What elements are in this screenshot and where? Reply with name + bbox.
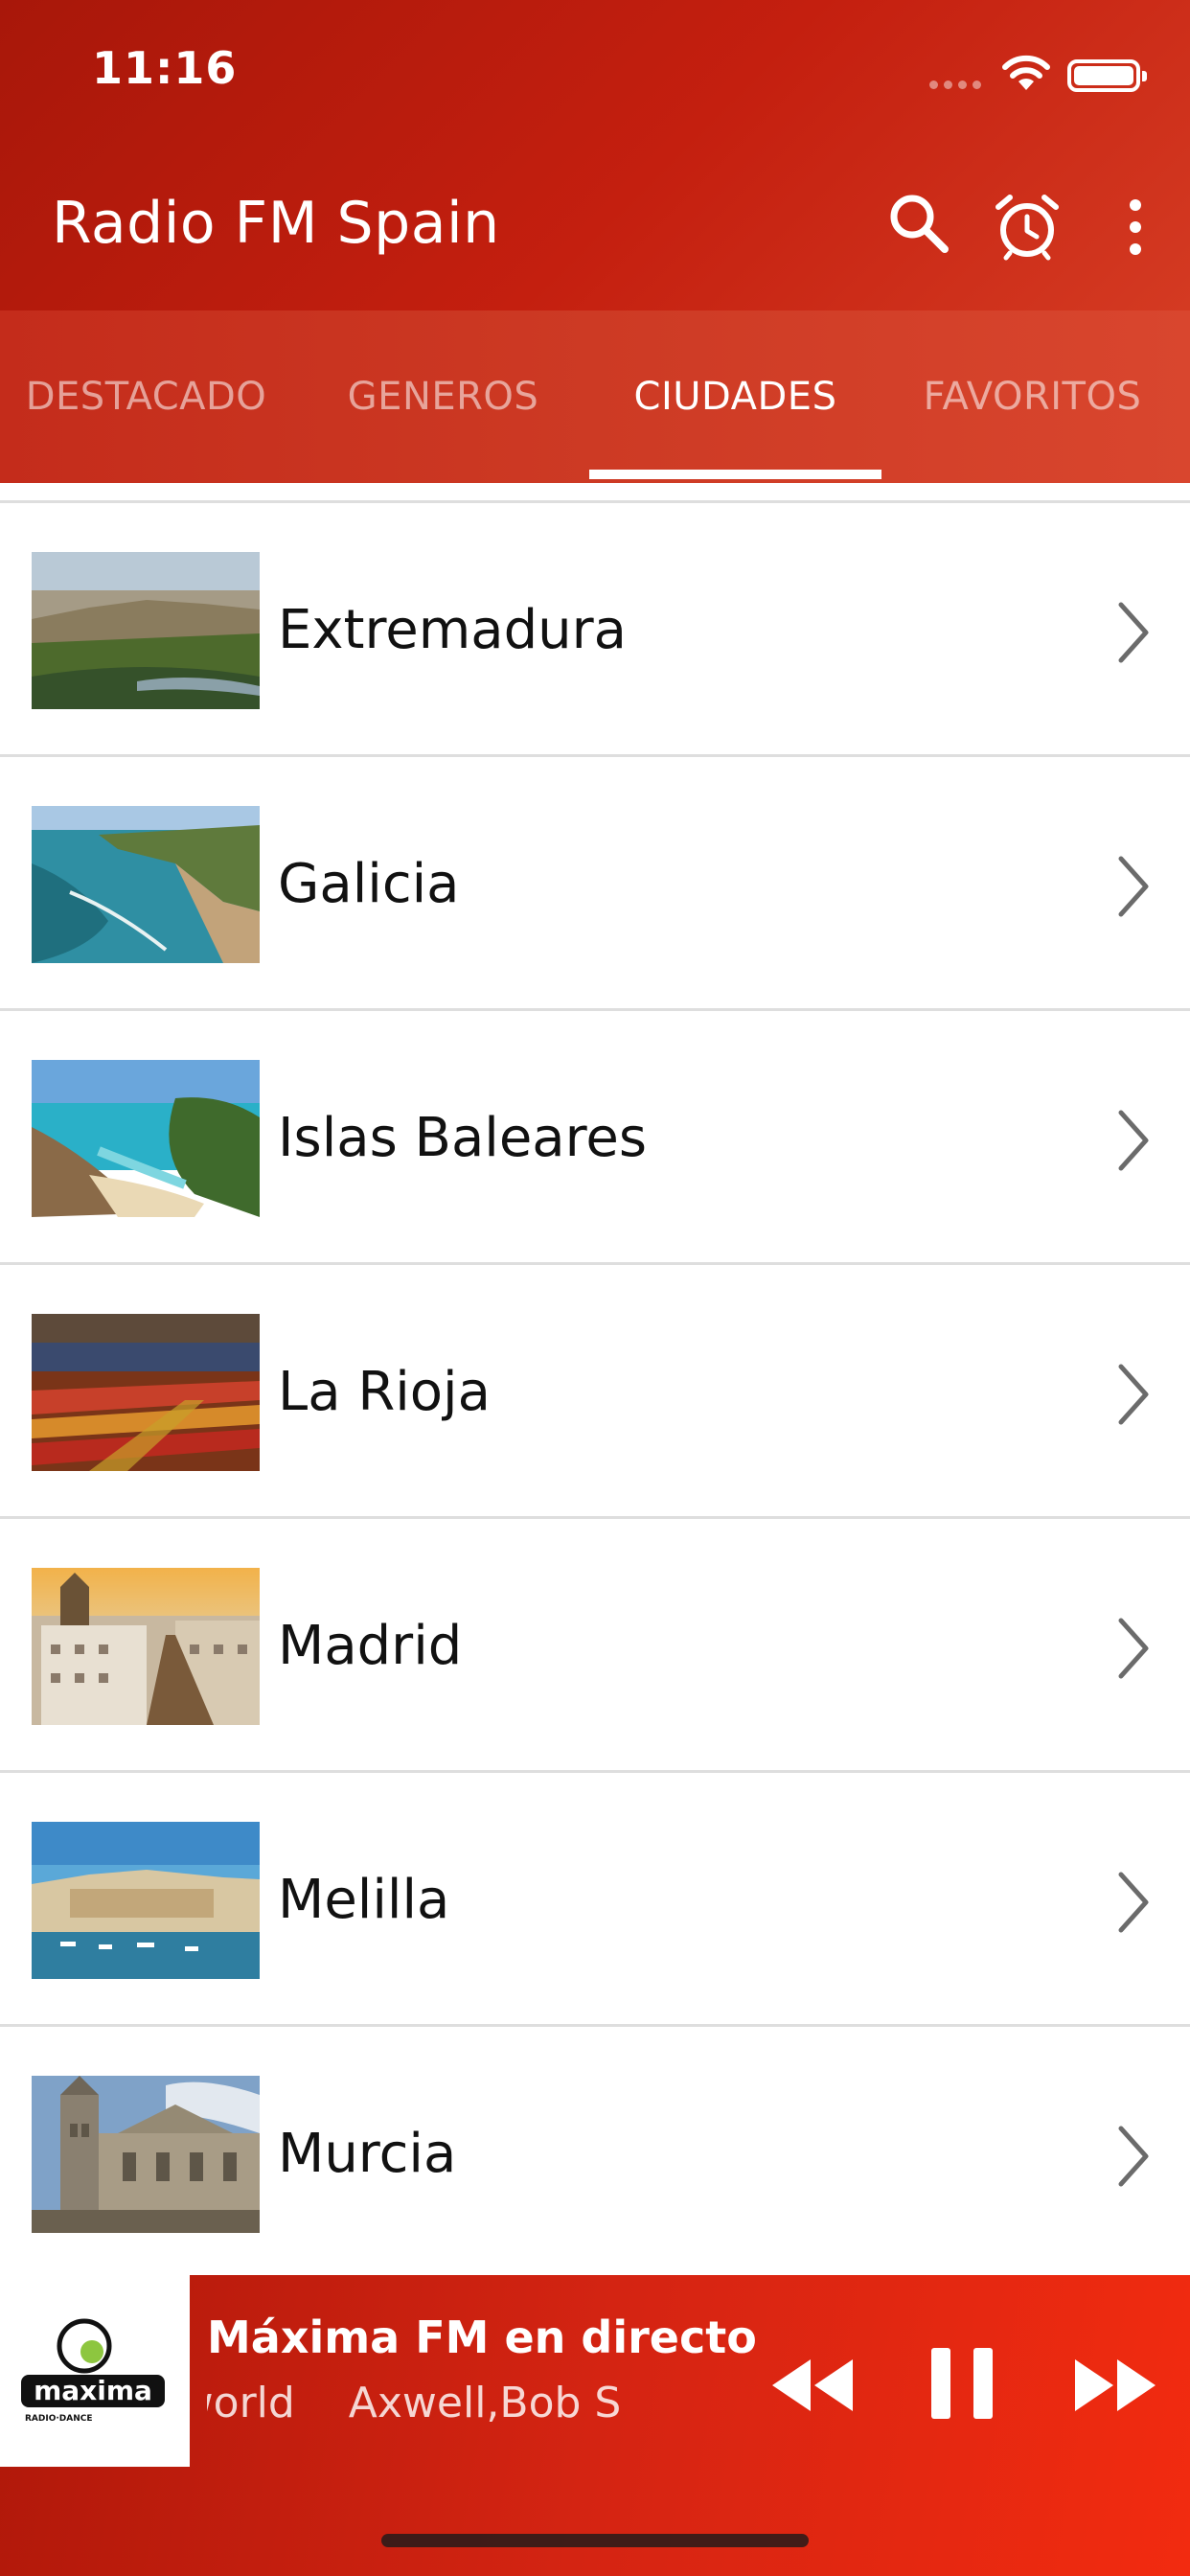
region-name: Galicia bbox=[278, 853, 460, 915]
tab-bar: DESTACADO GENEROS CIUDADES FAVORITOS bbox=[0, 310, 1190, 483]
chevron-right-icon bbox=[1118, 1618, 1149, 1679]
chevron-right-icon bbox=[1118, 602, 1149, 663]
now-playing-text: derful world Axwell,Bob S bbox=[207, 2379, 622, 2427]
mini-player[interactable]: maxima RADIO·DANCE Máxima FM en directo … bbox=[0, 2275, 1190, 2576]
station-title: Máxima FM en directo bbox=[207, 2312, 757, 2363]
list-item-la-rioja[interactable]: La Rioja bbox=[0, 1265, 1190, 1519]
region-name: Extremadura bbox=[278, 599, 627, 661]
list-item-melilla[interactable]: Melilla bbox=[0, 1773, 1190, 2027]
more-vertical-icon[interactable] bbox=[1111, 196, 1159, 259]
battery-icon bbox=[1067, 59, 1147, 92]
status-time: 11:16 bbox=[92, 42, 238, 94]
station-logo: maxima RADIO·DANCE bbox=[0, 2275, 190, 2467]
pause-icon[interactable] bbox=[926, 2344, 998, 2423]
cellular-signal-icon bbox=[929, 80, 981, 89]
now-playing-marquee: derful world Axwell,Bob S bbox=[207, 2379, 744, 2436]
alarm-clock-icon[interactable] bbox=[993, 192, 1062, 261]
region-thumbnail bbox=[32, 1314, 260, 1471]
region-name: La Rioja bbox=[278, 1361, 491, 1423]
maxima-fm-logo: maxima RADIO·DANCE bbox=[21, 2318, 165, 2424]
region-thumbnail bbox=[32, 1822, 260, 1979]
tab-favoritos[interactable]: FAVORITOS bbox=[886, 368, 1179, 426]
list-item-madrid[interactable]: Madrid bbox=[0, 1519, 1190, 1773]
tab-destacado[interactable]: DESTACADO bbox=[0, 368, 292, 426]
region-thumbnail bbox=[32, 2076, 260, 2233]
active-tab-indicator bbox=[589, 470, 881, 479]
status-bar: 11:16 bbox=[0, 0, 1190, 144]
chevron-right-icon bbox=[1118, 1364, 1149, 1425]
chevron-right-icon bbox=[1118, 1110, 1149, 1171]
region-thumbnail bbox=[32, 552, 260, 709]
svg-text:maxima: maxima bbox=[34, 2375, 152, 2406]
app-title: Radio FM Spain bbox=[52, 190, 500, 257]
chevron-right-icon bbox=[1118, 1872, 1149, 1933]
rewind-icon[interactable] bbox=[767, 2352, 858, 2419]
region-thumbnail bbox=[32, 1568, 260, 1725]
tab-generos[interactable]: GENEROS bbox=[297, 368, 589, 426]
region-name: Islas Baleares bbox=[278, 1107, 648, 1169]
search-icon[interactable] bbox=[885, 190, 952, 257]
svg-text:RADIO·DANCE: RADIO·DANCE bbox=[25, 2414, 93, 2424]
region-list: Extremadura Galicia Islas Baleares La Ri… bbox=[0, 483, 1190, 2275]
region-thumbnail bbox=[32, 806, 260, 963]
list-item-galicia[interactable]: Galicia bbox=[0, 757, 1190, 1011]
chevron-right-icon bbox=[1118, 2126, 1149, 2187]
chevron-right-icon bbox=[1118, 856, 1149, 917]
list-item-extremadura[interactable]: Extremadura bbox=[0, 503, 1190, 757]
app-header: 11:16 Radio FM Spain bbox=[0, 0, 1190, 310]
tab-ciudades[interactable]: CIUDADES bbox=[589, 368, 881, 426]
wifi-icon bbox=[1002, 55, 1050, 90]
list-item-murcia[interactable]: Murcia bbox=[0, 2027, 1190, 2281]
region-name: Madrid bbox=[278, 1615, 463, 1677]
fast-forward-icon[interactable] bbox=[1069, 2352, 1161, 2419]
list-item-islas-baleares[interactable]: Islas Baleares bbox=[0, 1011, 1190, 1265]
region-thumbnail bbox=[32, 1060, 260, 1217]
region-name: Murcia bbox=[278, 2123, 457, 2185]
home-indicator[interactable] bbox=[381, 2534, 809, 2547]
region-name: Melilla bbox=[278, 1869, 450, 1931]
